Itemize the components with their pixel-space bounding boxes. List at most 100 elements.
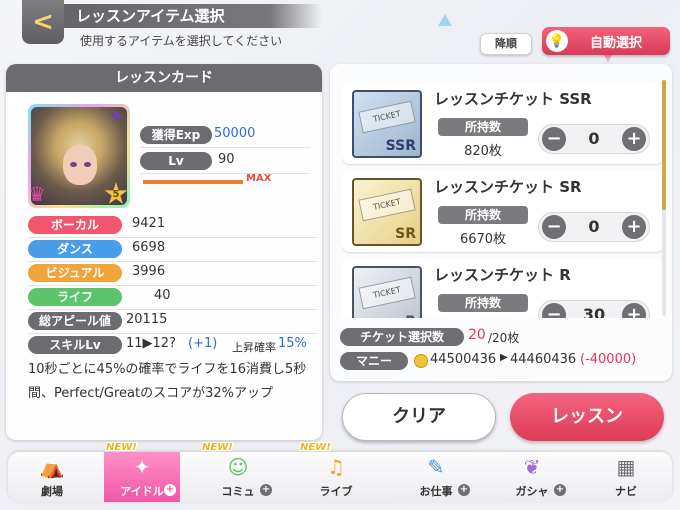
- minus-button[interactable]: −: [542, 303, 566, 318]
- total-appeal-value: 20115: [126, 312, 168, 327]
- nav-gacha[interactable]: ❦ ガシャ +: [494, 452, 570, 502]
- nav-navi[interactable]: ▦ ナビ: [588, 452, 664, 502]
- skill-level-increase: (+1): [188, 336, 218, 351]
- auto-select-button[interactable]: 💡 自動選択: [542, 27, 670, 55]
- work-icon: ✎: [427, 455, 445, 479]
- nav-label: アイドル: [120, 485, 164, 498]
- lesson-card-panel: レッスンカード ✦ ♛ 5 獲得Exp 50000 Lv 90 MAX ボーカル…: [6, 64, 322, 440]
- navi-icon: ▦: [616, 455, 636, 479]
- money-label: マニー: [340, 352, 408, 370]
- new-badge: NEW!: [300, 442, 331, 453]
- scroll-thumb[interactable]: [662, 80, 666, 210]
- tickets-selected-value: 20: [468, 327, 486, 343]
- dance-value: 6698: [132, 240, 166, 255]
- level-label: Lv: [140, 152, 212, 170]
- ticket-list[interactable]: TICKET SSR レッスンチケット SSR 所持数 820枚 − 0 + T…: [342, 82, 664, 318]
- quantity-value: 0: [588, 217, 600, 236]
- divider: [28, 237, 318, 238]
- quantity-stepper: − 30 +: [538, 300, 650, 318]
- coin-icon: [414, 354, 428, 368]
- nav-label: ナビ: [615, 485, 637, 498]
- ticket-graphic: TICKET: [358, 188, 416, 222]
- plus-button[interactable]: +: [622, 215, 646, 239]
- item-name: レッスンチケット R: [434, 266, 571, 284]
- vocal-label: ボーカル: [28, 216, 122, 234]
- dance-label: ダンス: [28, 240, 122, 258]
- theater-icon: ⛺: [39, 455, 65, 479]
- scrollbar[interactable]: [662, 80, 666, 316]
- ticket-sr-icon: TICKET SR: [352, 178, 422, 246]
- minus-button[interactable]: −: [542, 215, 566, 239]
- plus-icon: +: [458, 484, 470, 496]
- item-panel: TICKET SSR レッスンチケット SSR 所持数 820枚 − 0 + T…: [330, 64, 672, 381]
- sort-order-button[interactable]: 降順: [480, 33, 532, 55]
- owned-label: 所持数: [438, 294, 528, 312]
- owned-value: 6670枚: [459, 232, 507, 247]
- visual-label: ビジュアル: [28, 264, 122, 282]
- sparkle-icon: ✦: [108, 104, 125, 128]
- quantity-stepper: − 0 +: [538, 212, 650, 242]
- quantity-value: 0: [588, 129, 600, 148]
- divider: [28, 285, 318, 286]
- vocal-value: 9421: [132, 216, 166, 231]
- plus-icon: +: [554, 484, 566, 496]
- lightbulb-icon: 💡: [546, 30, 568, 52]
- quantity-stepper: − 0 +: [538, 124, 650, 154]
- ticket-row-r: TICKET R レッスンチケット R 所持数 − 30 +: [342, 258, 664, 318]
- portrait-face: [63, 145, 97, 185]
- ticket-graphic: TICKET: [358, 276, 416, 310]
- nav-label: コミュ: [221, 485, 255, 498]
- crown-icon: ♛: [28, 182, 46, 206]
- owned-value: 820枚: [464, 144, 502, 159]
- idol-card-portrait[interactable]: ✦ ♛ 5: [28, 104, 130, 208]
- money-before: 44500436: [430, 352, 497, 367]
- ticket-rank-label: R: [405, 314, 416, 318]
- plus-icon: +: [260, 484, 272, 496]
- ticket-r-icon: TICKET R: [352, 266, 422, 318]
- life-label: ライフ: [28, 288, 122, 306]
- exp-label: 獲得Exp: [140, 126, 212, 144]
- idol-icon: ✦: [133, 455, 151, 479]
- nav-commu[interactable]: NEW! ☺ コミュ +: [200, 442, 276, 502]
- plus-button[interactable]: +: [622, 127, 646, 151]
- tickets-total: /20枚: [488, 331, 520, 345]
- back-chevron-icon: <: [32, 7, 54, 37]
- card-panel-header: レッスンカード: [6, 64, 322, 92]
- divider: [140, 173, 310, 174]
- skill-description: 10秒ごとに45%の確率でライフを16消費し5秒間、Perfect/Greatの…: [28, 362, 307, 401]
- auto-select-label: 自動選択: [590, 35, 643, 51]
- visual-value: 3996: [132, 264, 166, 279]
- nav-work[interactable]: ✎ お仕事 +: [398, 452, 474, 502]
- skill-rate-value: 15%: [278, 336, 307, 351]
- money-diff: (-40000): [580, 352, 637, 367]
- arrow-icon: ▶: [500, 352, 508, 363]
- owned-label: 所持数: [438, 206, 528, 224]
- divider: [28, 333, 318, 334]
- ticket-rank-label: SSR: [385, 138, 416, 154]
- minus-button[interactable]: −: [542, 127, 566, 151]
- lesson-button[interactable]: レッスン: [510, 393, 664, 441]
- skill-level-label: スキルLv: [28, 336, 122, 354]
- nav-idol[interactable]: NEW! ✦ アイドル +: [104, 442, 180, 502]
- nav-theater[interactable]: ⛺ 劇場: [14, 452, 90, 502]
- plus-button[interactable]: +: [622, 303, 646, 318]
- commu-icon: ☺: [227, 455, 249, 479]
- header: < レッスンアイテム選択 使用するアイテムを選択してください 降順 💡 自動選択: [0, 0, 680, 58]
- nav-label: お仕事: [419, 485, 453, 498]
- nav-label: 劇場: [41, 485, 63, 498]
- divider: [140, 147, 310, 148]
- owned-label: 所持数: [438, 118, 528, 136]
- page-subtitle: 使用するアイテムを選択してください: [80, 34, 283, 48]
- bottom-navigation: ⛺ 劇場 NEW! ✦ アイドル + NEW! ☺ コミュ + NEW! ♫ ラ…: [8, 442, 672, 502]
- portrait-eye: [70, 162, 77, 167]
- tickets-selected-label: チケット選択数: [340, 328, 464, 346]
- clear-button[interactable]: クリア: [342, 393, 496, 441]
- exp-progress-bar: [143, 180, 243, 184]
- max-label: MAX: [246, 173, 272, 184]
- quantity-value: 30: [582, 305, 606, 318]
- nav-live[interactable]: NEW! ♫ ライブ: [298, 442, 374, 502]
- page-title: レッスンアイテム選択: [64, 4, 322, 28]
- ticket-ssr-icon: TICKET SSR: [352, 90, 422, 158]
- portrait-eye: [84, 162, 91, 167]
- back-button[interactable]: <: [22, 0, 64, 44]
